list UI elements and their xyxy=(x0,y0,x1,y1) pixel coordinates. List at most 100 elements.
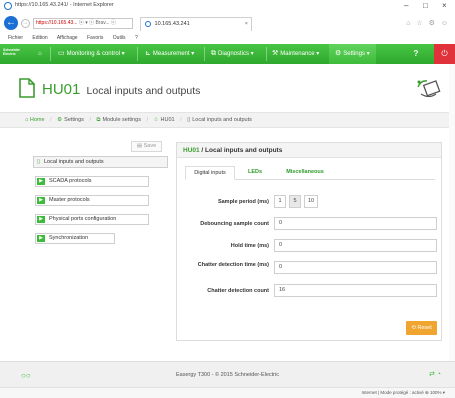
browser-tab[interactable]: 10.165.43.241 × xyxy=(140,17,252,31)
nav-settings[interactable]: ⚙ Settings ▾ xyxy=(329,44,376,64)
io-module-icon xyxy=(417,80,441,98)
breadcrumb-settings[interactable]: ⚙ Settings xyxy=(57,117,84,123)
back-button[interactable]: ← xyxy=(4,16,18,30)
menu-favorites[interactable]: Favoris xyxy=(87,35,103,41)
sample-period-option-1[interactable]: 1 xyxy=(274,195,286,208)
menu-view[interactable]: Affichage xyxy=(57,35,78,41)
window-title: https://10.165.43.241/ - Internet Explor… xyxy=(15,2,114,8)
power-button[interactable]: ⏻ xyxy=(434,44,455,64)
tab-digital-inputs[interactable]: Digital inputs xyxy=(185,166,235,180)
breadcrumb-separator: / xyxy=(50,117,52,123)
menu-help[interactable]: ? xyxy=(135,35,138,41)
breadcrumb-label: Module settings xyxy=(102,117,141,123)
nav-divider xyxy=(204,47,205,61)
nav-measurement[interactable]: ⊾ Measurement ▾ xyxy=(145,44,194,64)
nav-monitoring-control[interactable]: ▭ Monitoring & control ▾ xyxy=(58,44,125,64)
panel-title-code: HU01 xyxy=(183,147,200,154)
address-url: https://10.165.43... xyxy=(36,20,78,26)
nav-label: Maintenance ▾ xyxy=(280,51,320,57)
app-navbar: Schneider Electric ⌂ ▭ Monitoring & contr… xyxy=(0,44,455,64)
menu-edit[interactable]: Edition xyxy=(32,35,47,41)
breadcrumb-current: ▯ Local inputs and outputs xyxy=(187,117,252,123)
maximize-button[interactable]: □ xyxy=(423,1,428,10)
chatter-count-input[interactable]: 16 xyxy=(274,284,437,297)
chatter-time-input[interactable]: 0 xyxy=(274,261,437,274)
tree-item-master[interactable]: ▶ Master protocols xyxy=(35,195,149,206)
browser-toolbar-icons[interactable]: ⌂ ☆ ⚙ ☺ xyxy=(406,19,450,27)
nav-label: Settings ▾ xyxy=(343,51,370,57)
breadcrumb: ⌂ Home / ⚙ Settings / ⧉ Module settings / … xyxy=(0,112,455,128)
expand-arrow-icon[interactable]: ▶ xyxy=(37,235,45,242)
breadcrumb-home[interactable]: ⌂ Home xyxy=(25,117,45,123)
tree-item-synchronization[interactable]: ▶ Synchronization xyxy=(35,233,115,244)
main-content: ▤ Save ▯ Local inputs and outputs ▶ SCAD… xyxy=(0,128,455,361)
menu-tools[interactable]: Outils xyxy=(113,35,126,41)
breadcrumb-separator: / xyxy=(146,117,149,123)
panel-title-text: Local inputs and outputs xyxy=(205,147,283,154)
home-icon[interactable]: ⌂ xyxy=(38,44,42,64)
copyright-text: Easergy T300 - © 2015 Schneider-Electric xyxy=(175,372,279,378)
page-title: HU01 Local inputs and outputs xyxy=(42,81,200,98)
breadcrumb-separator: / xyxy=(89,117,91,123)
panel-title: HU01 / Local inputs and outputs xyxy=(177,143,441,158)
tree-item-local-io[interactable]: ▯ Local inputs and outputs xyxy=(33,156,168,168)
help-button[interactable]: ? xyxy=(408,44,424,64)
breadcrumb-label: HU01 xyxy=(160,117,175,123)
address-bar[interactable]: https://10.165.43... ⓧ ▾ ⓒ Brav... ⓒ xyxy=(33,18,133,29)
tree-item-scada[interactable]: ▶ SCADA protocols xyxy=(35,176,149,187)
schneider-logo: Schneider Electric xyxy=(3,48,20,56)
breadcrumb-hu01[interactable]: ♧ HU01 xyxy=(154,117,175,123)
nav-divider xyxy=(137,47,138,61)
expand-arrow-icon[interactable]: ▶ xyxy=(37,216,45,223)
breadcrumb-module-settings[interactable]: ⧉ Module settings xyxy=(97,117,141,123)
forward-button[interactable]: → xyxy=(21,19,30,28)
nav-label: Diagnostics ▾ xyxy=(218,51,254,57)
settings-panel: HU01 / Local inputs and outputs Digital … xyxy=(176,142,442,341)
menu-file[interactable]: Fichier xyxy=(8,35,23,41)
tree-item-label: Physical ports configuration xyxy=(49,216,117,222)
page-header: HU01 Local inputs and outputs xyxy=(0,64,455,112)
breadcrumb-separator: / xyxy=(180,117,182,123)
address-controls: ⓧ ▾ ⓒ Brav... ⓒ xyxy=(78,20,116,26)
minimize-button[interactable]: – xyxy=(404,1,408,10)
expand-arrow-icon[interactable]: ▶ xyxy=(37,197,45,204)
chatter-time-label: Chatter detection time (ms) xyxy=(197,262,269,268)
tab-miscellaneous[interactable]: Miscellaneous xyxy=(277,166,333,180)
nav-maintenance[interactable]: ⚒ Maintenance ▾ xyxy=(272,44,319,64)
tree-item-physical-ports[interactable]: ▶ Physical ports configuration xyxy=(35,214,149,225)
vertical-scrollbar[interactable] xyxy=(449,64,455,387)
nav-label: Measurement ▾ xyxy=(152,51,195,57)
sample-period-option-10[interactable]: 10 xyxy=(304,195,318,208)
chatter-count-label: Chatter detection count xyxy=(207,288,269,294)
browser-menu: Fichier Edition Affichage Favoris Outils… xyxy=(0,33,455,43)
tree-item-label: SCADA protocols xyxy=(49,178,92,184)
tree-item-label: Local inputs and outputs xyxy=(44,159,104,165)
tab-close-icon[interactable]: × xyxy=(245,18,248,30)
footer-status-icons: ⇄ ◔ xyxy=(428,371,441,378)
close-window-button[interactable]: × xyxy=(442,1,447,10)
tree-item-label: Synchronization xyxy=(49,235,89,241)
hold-time-input[interactable]: 0 xyxy=(274,239,437,252)
expand-arrow-icon[interactable]: ▶ xyxy=(37,178,45,185)
module-icon: ⧉ xyxy=(96,117,101,123)
tree-icon: ♧ xyxy=(153,117,159,123)
zoom-status[interactable]: Internet | Mode protégé : activé ⊕ 100% … xyxy=(362,388,446,398)
app-footer: ○○ Easergy T300 - © 2015 Schneider-Elect… xyxy=(0,361,455,387)
reset-label: Reset xyxy=(417,325,432,331)
tab-leds[interactable]: LEDs xyxy=(243,166,267,180)
nav-diagnostics[interactable]: ⧉ Diagnostics ▾ xyxy=(211,44,254,64)
reset-button[interactable]: ⟲ Reset xyxy=(406,321,437,335)
sample-period-option-5[interactable]: 5 xyxy=(289,195,301,208)
nav-label: Monitoring & control ▾ xyxy=(66,51,125,57)
debounce-input[interactable]: 0 xyxy=(274,217,437,230)
tools-icon: ⚒ xyxy=(272,50,279,57)
save-button[interactable]: ▤ Save xyxy=(131,141,162,152)
page-title-code: HU01 xyxy=(42,81,81,98)
gear-icon: ⚙ xyxy=(57,117,63,123)
tree-item-label: Master protocols xyxy=(49,197,90,203)
tab-ie-icon xyxy=(145,20,151,27)
window-titlebar: https://10.165.43.241/ - Internet Explor… xyxy=(0,0,455,14)
hold-time-label: Hold time (ms) xyxy=(230,243,269,249)
gear-icon: ⚙ xyxy=(335,50,342,57)
page-title-text: Local inputs and outputs xyxy=(86,85,201,97)
